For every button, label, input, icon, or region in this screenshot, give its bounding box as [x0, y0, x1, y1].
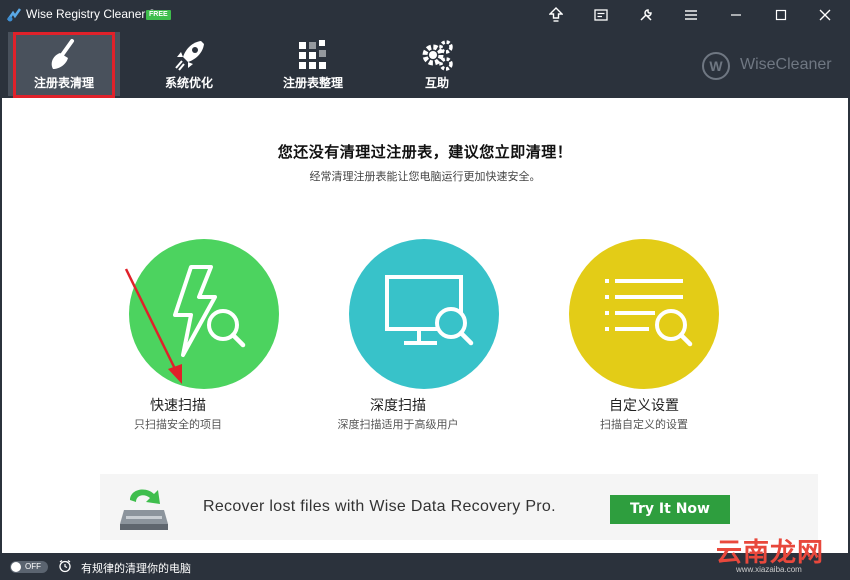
tab-registry-defrag[interactable]: 注册表整理 — [257, 32, 369, 96]
toggle-label: OFF — [25, 562, 41, 571]
monitor-search-icon — [385, 275, 474, 346]
page-subline: 经常清理注册表能让您电脑运行更加快速安全。 — [309, 170, 541, 183]
quick-scan-desc: 只扫描安全的项目 — [134, 418, 222, 431]
feedback-icon — [594, 9, 608, 21]
main-toolbar: 注册表清理 系统优化 注册表整理 互助 W WiseCleaner — [0, 30, 850, 98]
wisecleaner-logo: W — [702, 52, 730, 80]
watermark-url: www.xiazaiba.com — [736, 565, 802, 574]
deep-scan-title[interactable]: 深度扫描 — [298, 395, 498, 415]
annotation-arrow — [124, 268, 182, 384]
deep-scan-button[interactable] — [349, 239, 499, 389]
rocket-icon — [175, 41, 204, 71]
defrag-blocks-icon — [299, 40, 326, 69]
page-headline: 您还没有清理过注册表，建议您立即清理！ — [277, 143, 573, 161]
tab-label: 系统优化 — [164, 76, 213, 90]
minimize-icon — [731, 14, 741, 16]
custom-scan-title[interactable]: 自定义设置 — [544, 395, 744, 415]
quick-scan-title[interactable]: 快速扫描 — [78, 395, 278, 415]
data-recovery-icon — [120, 489, 168, 530]
maximize-button[interactable] — [760, 0, 802, 30]
upgrade-button[interactable] — [535, 0, 577, 30]
alarm-clock-icon — [59, 560, 71, 573]
app-logo-icon — [6, 8, 22, 22]
close-button[interactable] — [804, 0, 846, 30]
try-it-now-button[interactable]: Try It Now — [610, 495, 730, 524]
tools-button[interactable] — [625, 0, 667, 30]
schedule-status-text: 有规律的清理你的电脑 — [81, 562, 191, 575]
menu-icon — [685, 10, 697, 20]
tools-icon — [640, 9, 652, 21]
menu-button[interactable] — [670, 0, 712, 30]
custom-scan-desc: 扫描自定义的设置 — [600, 418, 688, 431]
tab-label: 互助 — [424, 76, 449, 90]
deep-scan-desc: 深度扫描适用于高级用户 — [337, 418, 459, 431]
maximize-icon — [775, 9, 787, 21]
feedback-button[interactable] — [580, 0, 622, 30]
annotation-highlight-box — [13, 32, 115, 98]
brand-name: WiseCleaner — [740, 56, 832, 73]
promo-text: Recover lost files with Wise Data Recove… — [203, 498, 556, 515]
window-title: Wise Registry Cleaner 9 — [26, 7, 156, 21]
free-badge: FREE — [146, 10, 171, 20]
wisecleaner-brand[interactable]: W WiseCleaner — [702, 52, 842, 80]
promo-banner: Recover lost files with Wise Data Recove… — [100, 474, 818, 540]
tab-label: 注册表整理 — [282, 76, 343, 90]
minimize-button[interactable] — [715, 0, 757, 30]
close-icon — [819, 9, 831, 21]
title-bar: Wise Registry Cleaner 9 FREE — [0, 0, 850, 30]
watermark: 云南龙网 www.xiazaiba.com — [716, 532, 848, 578]
main-panel: 您还没有清理过注册表，建议您立即清理！ 经常清理注册表能让您电脑运行更加快速安全… — [2, 98, 848, 553]
upgrade-icon — [549, 7, 563, 22]
custom-scan-button[interactable] — [569, 239, 719, 389]
tab-system-optimize[interactable]: 系统优化 — [133, 32, 245, 96]
watermark-text: 云南龙网 — [716, 538, 825, 568]
gears-icon — [422, 40, 453, 71]
schedule-toggle[interactable]: OFF — [10, 561, 48, 573]
toggle-knob — [11, 562, 21, 572]
list-search-icon — [605, 279, 693, 347]
tab-help[interactable]: 互助 — [381, 32, 493, 96]
